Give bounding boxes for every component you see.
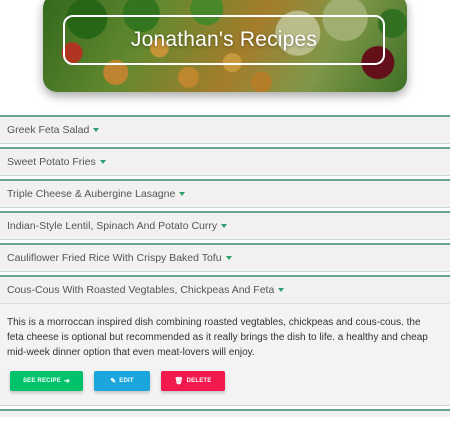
site-title: Jonathan's Recipes bbox=[130, 28, 318, 51]
recipe-description: This is a morroccan inspired dish combin… bbox=[7, 317, 428, 358]
recipe-actions: See Recipe ➔ ✎ Edit 🗑 Delete bbox=[7, 371, 443, 391]
caret-down-icon bbox=[278, 288, 285, 292]
page: Jonathan's Recipes Greek Feta Salad Swee… bbox=[0, 0, 450, 421]
recipe-item: Indian-Style Lentil, Spinach And Potato … bbox=[0, 211, 450, 239]
hero-banner: Jonathan's Recipes bbox=[43, 0, 407, 92]
caret-down-icon bbox=[93, 128, 100, 132]
recipe-item: Sweet Potato Fries bbox=[0, 147, 450, 175]
recipe-title: Sweet Potato Fries bbox=[7, 156, 96, 168]
edit-icon: ✎ bbox=[110, 377, 117, 385]
recipe-toggle-lentil-curry[interactable]: Indian-Style Lentil, Spinach And Potato … bbox=[0, 213, 450, 239]
recipe-item: Greek Feta Salad bbox=[0, 115, 450, 143]
recipe-title: Greek Feta Salad bbox=[7, 124, 90, 136]
delete-label: Delete bbox=[186, 378, 212, 384]
recipe-toggle-sweet-potato-fries[interactable]: Sweet Potato Fries bbox=[0, 149, 450, 175]
recipe-toggle-greek-feta-salad[interactable]: Greek Feta Salad bbox=[0, 117, 450, 143]
caret-down-icon bbox=[99, 160, 106, 164]
recipe-details: This is a morroccan inspired dish combin… bbox=[0, 304, 450, 405]
recipe-toggle-cous-cous[interactable]: Cous-Cous With Roasted Vegtables, Chickp… bbox=[0, 277, 450, 304]
delete-button[interactable]: 🗑 Delete bbox=[161, 371, 225, 391]
recipe-title: Indian-Style Lentil, Spinach And Potato … bbox=[7, 220, 218, 232]
recipe-title: Cauliflower Fried Rice With Crispy Baked… bbox=[7, 252, 222, 264]
recipe-item: Triple Cheese & Aubergine Lasagne bbox=[0, 179, 450, 207]
recipe-item-expanded: Cous-Cous With Roasted Vegtables, Chickp… bbox=[0, 275, 450, 405]
caret-down-icon bbox=[221, 224, 228, 228]
recipe-toggle-cauliflower-rice[interactable]: Cauliflower Fried Rice With Crispy Baked… bbox=[0, 245, 450, 271]
caret-down-icon bbox=[179, 192, 186, 196]
arrow-right-icon: ➔ bbox=[63, 377, 71, 385]
edit-label: Edit bbox=[119, 378, 134, 384]
recipe-toggle-lasagne[interactable]: Triple Cheese & Aubergine Lasagne bbox=[0, 181, 450, 207]
recipe-title: Cous-Cous With Roasted Vegtables, Chickp… bbox=[7, 284, 275, 296]
accordion-bottom-divider bbox=[0, 409, 450, 417]
recipe-item: Cauliflower Fried Rice With Crispy Baked… bbox=[0, 243, 450, 271]
hero-title-box: Jonathan's Recipes bbox=[63, 15, 385, 65]
see-recipe-label: See Recipe bbox=[22, 378, 61, 384]
recipe-accordion: Greek Feta Salad Sweet Potato Fries Trip… bbox=[0, 115, 450, 417]
edit-button[interactable]: ✎ Edit bbox=[94, 371, 150, 391]
caret-down-icon bbox=[225, 256, 232, 260]
see-recipe-button[interactable]: See Recipe ➔ bbox=[10, 371, 83, 391]
recipe-title: Triple Cheese & Aubergine Lasagne bbox=[7, 188, 176, 200]
trash-icon: 🗑 bbox=[174, 377, 184, 385]
